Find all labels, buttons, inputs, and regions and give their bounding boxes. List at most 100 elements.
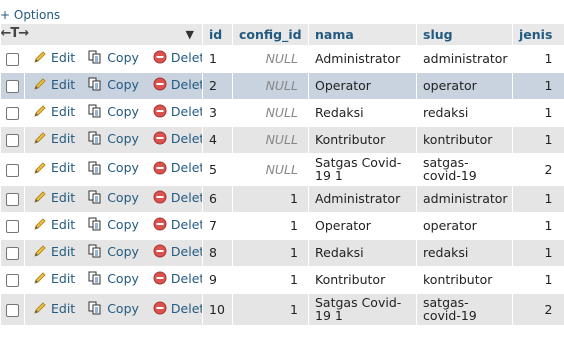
cell-nama[interactable]: Administrator (309, 185, 417, 212)
copy-button[interactable]: Copy (88, 77, 139, 92)
cell-id[interactable]: 9 (203, 266, 233, 293)
cell-config-id[interactable]: NULL (233, 99, 309, 126)
delete-button[interactable]: Delete (153, 190, 203, 205)
cell-id[interactable]: 2 (203, 72, 233, 99)
row-checkbox[interactable] (6, 220, 19, 233)
cell-slug[interactable]: satgas-covid-19 (417, 153, 513, 185)
cell-config-id[interactable]: NULL (233, 45, 309, 72)
cell-id[interactable]: 1 (203, 45, 233, 72)
cell-id[interactable]: 7 (203, 212, 233, 239)
cell-config-id[interactable]: 1 (233, 212, 309, 239)
cell-nama[interactable]: Satgas Covid-19 1 (309, 293, 417, 325)
edit-button[interactable]: Edit (33, 301, 75, 316)
cell-config-id[interactable]: 1 (233, 293, 309, 325)
edit-button[interactable]: Edit (33, 131, 75, 146)
cell-nama[interactable]: Operator (309, 212, 417, 239)
copy-button[interactable]: Copy (88, 190, 139, 205)
caret-down-icon[interactable]: ▼ (186, 28, 194, 41)
cell-nama[interactable]: Operator (309, 72, 417, 99)
delete-button[interactable]: Delete (153, 217, 203, 232)
options-link[interactable]: + Options (0, 8, 60, 22)
cell-nama[interactable]: Satgas Covid-19 1 (309, 153, 417, 185)
table-row[interactable]: Edit Copy Delete 9 1 Kontributor kontrib… (0, 266, 564, 293)
row-checkbox[interactable] (6, 53, 19, 66)
cell-config-id[interactable]: 1 (233, 266, 309, 293)
delete-button[interactable]: Delete (153, 50, 203, 65)
table-row[interactable]: Edit Copy Delete 6 1 Administrator admin… (0, 185, 564, 212)
cell-id[interactable]: 6 (203, 185, 233, 212)
row-checkbox[interactable] (6, 163, 19, 177)
delete-button[interactable]: Delete (153, 160, 203, 175)
cell-nama[interactable]: Kontributor (309, 266, 417, 293)
edit-button[interactable]: Edit (33, 104, 75, 119)
row-checkbox[interactable] (6, 107, 19, 120)
cell-id[interactable]: 4 (203, 126, 233, 153)
delete-button[interactable]: Delete (153, 77, 203, 92)
edit-button[interactable]: Edit (33, 217, 75, 232)
column-header-jenis[interactable]: jenis (512, 24, 564, 45)
row-checkbox[interactable] (6, 80, 19, 93)
cell-jenis[interactable]: 1 (513, 185, 564, 212)
table-row[interactable]: Edit Copy Delete 1 NULL Administrator ad… (0, 45, 564, 72)
delete-button[interactable]: Delete (153, 131, 203, 146)
column-header-slug[interactable]: slug (416, 24, 513, 45)
cell-config-id[interactable]: 1 (233, 185, 309, 212)
cell-nama[interactable]: Redaksi (309, 99, 417, 126)
copy-button[interactable]: Copy (88, 131, 139, 146)
cell-config-id[interactable]: NULL (233, 153, 309, 185)
cell-nama[interactable]: Administrator (309, 45, 417, 72)
column-header-config-id[interactable]: config_id (232, 24, 309, 45)
cell-slug[interactable]: redaksi (417, 239, 513, 266)
cell-jenis[interactable]: 1 (513, 126, 564, 153)
cell-config-id[interactable]: NULL (233, 126, 309, 153)
row-checkbox[interactable] (6, 247, 19, 260)
row-checkbox[interactable] (6, 134, 19, 147)
cell-id[interactable]: 3 (203, 99, 233, 126)
table-row[interactable]: Edit Copy Delete 5 NULL Satgas Covid-19 … (0, 153, 564, 185)
cell-slug[interactable]: redaksi (417, 99, 513, 126)
row-checkbox[interactable] (6, 193, 19, 206)
column-header-nama[interactable]: nama (308, 24, 417, 45)
row-checkbox[interactable] (6, 303, 19, 317)
cell-jenis[interactable]: 1 (513, 45, 564, 72)
table-row[interactable]: Edit Copy Delete 2 NULL Operator operato… (0, 72, 564, 99)
edit-button[interactable]: Edit (33, 77, 75, 92)
row-checkbox[interactable] (6, 274, 19, 287)
cell-jenis[interactable]: 1 (513, 266, 564, 293)
edit-button[interactable]: Edit (33, 271, 75, 286)
edit-button[interactable]: Edit (33, 160, 75, 175)
delete-button[interactable]: Delete (153, 244, 203, 259)
copy-button[interactable]: Copy (88, 217, 139, 232)
cell-jenis[interactable]: 2 (513, 153, 564, 185)
cell-jenis[interactable]: 1 (513, 239, 564, 266)
table-row[interactable]: Edit Copy Delete 10 1 Satgas Covid-19 1 … (0, 293, 564, 325)
cell-jenis[interactable]: 2 (513, 293, 564, 325)
table-row[interactable]: Edit Copy Delete 8 1 Redaksi redaksi 1 (0, 239, 564, 266)
table-row[interactable]: Edit Copy Delete 7 1 Operator operator 1 (0, 212, 564, 239)
copy-button[interactable]: Copy (88, 160, 139, 175)
cell-id[interactable]: 5 (203, 153, 233, 185)
copy-button[interactable]: Copy (88, 104, 139, 119)
copy-button[interactable]: Copy (88, 50, 139, 65)
cell-config-id[interactable]: 1 (233, 239, 309, 266)
cell-jenis[interactable]: 1 (513, 212, 564, 239)
cell-id[interactable]: 10 (203, 293, 233, 325)
cell-slug[interactable]: kontributor (417, 266, 513, 293)
cell-nama[interactable]: Kontributor (309, 126, 417, 153)
cell-jenis[interactable]: 1 (513, 99, 564, 126)
table-row[interactable]: Edit Copy Delete 4 NULL Kontributor kont… (0, 126, 564, 153)
cell-config-id[interactable]: NULL (233, 72, 309, 99)
table-row[interactable]: Edit Copy Delete 3 NULL Redaksi redaksi … (0, 99, 564, 126)
cell-slug[interactable]: kontributor (417, 126, 513, 153)
cell-slug[interactable]: operator (417, 72, 513, 99)
copy-button[interactable]: Copy (88, 301, 139, 316)
cell-slug[interactable]: operator (417, 212, 513, 239)
delete-button[interactable]: Delete (153, 301, 203, 316)
copy-button[interactable]: Copy (88, 271, 139, 286)
cell-jenis[interactable]: 1 (513, 72, 564, 99)
edit-button[interactable]: Edit (33, 244, 75, 259)
copy-button[interactable]: Copy (88, 244, 139, 259)
delete-button[interactable]: Delete (153, 271, 203, 286)
cell-nama[interactable]: Redaksi (309, 239, 417, 266)
cell-slug[interactable]: satgas-covid-19 (417, 293, 513, 325)
